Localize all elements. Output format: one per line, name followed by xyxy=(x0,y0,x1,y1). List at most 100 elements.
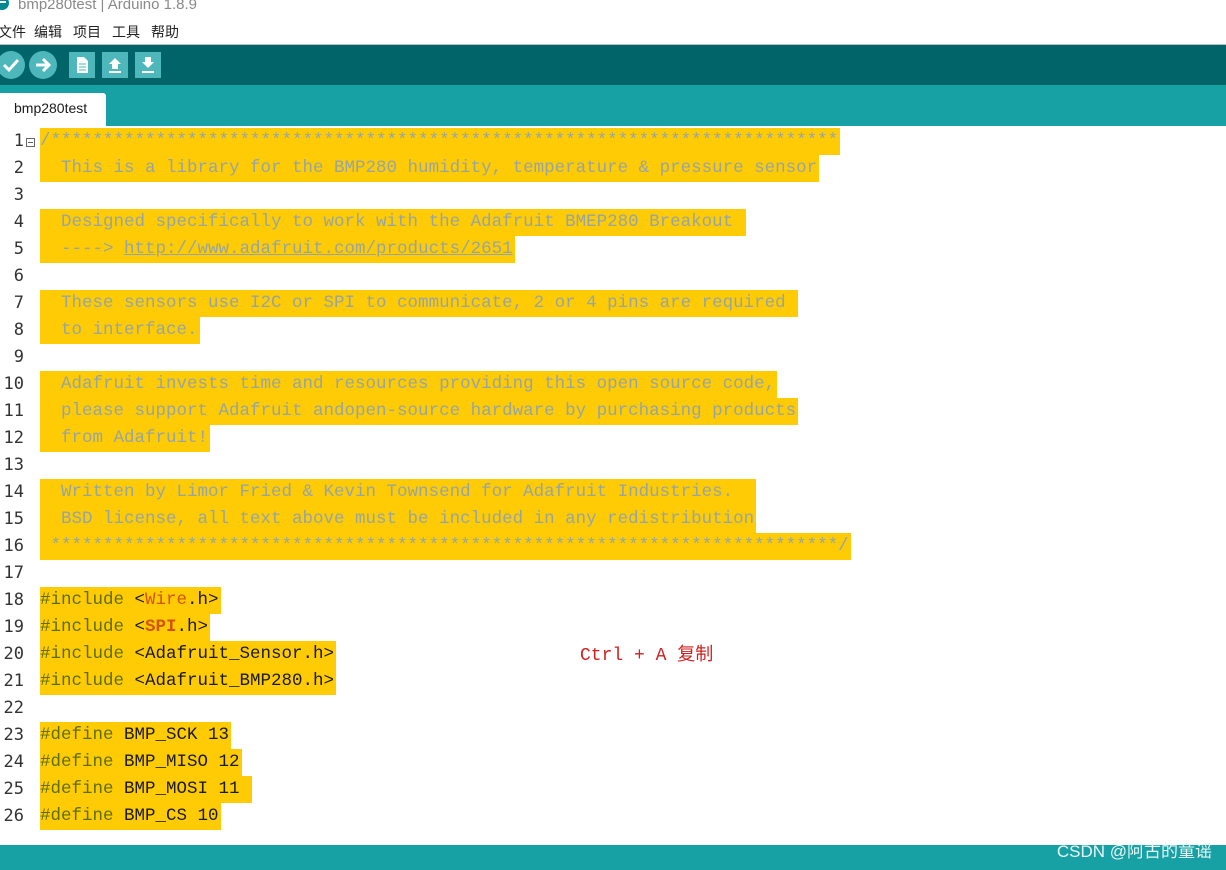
line-number: 13 xyxy=(3,455,24,475)
code-line[interactable]: 8 to interface. xyxy=(0,317,1226,344)
code-line[interactable]: 9 xyxy=(0,344,1226,371)
menu-help[interactable]: 帮助 xyxy=(151,23,179,41)
url-link[interactable]: http://www.adafruit.com/products/2651 xyxy=(124,239,513,259)
menu-tools[interactable]: 工具 xyxy=(112,23,140,41)
line-number: 16 xyxy=(3,536,24,556)
line-number: 2 xyxy=(13,158,24,178)
line-number: 11 xyxy=(3,401,24,421)
line-number: 23 xyxy=(3,725,24,745)
line-number: 4 xyxy=(13,212,24,232)
code-text: Adafruit invests time and resources prov… xyxy=(40,371,778,398)
code-line[interactable]: 1 /**************************************… xyxy=(0,128,1226,155)
code-line[interactable]: 7 These sensors use I2C or SPI to commun… xyxy=(0,290,1226,317)
code-line[interactable]: 2 This is a library for the BMP280 humid… xyxy=(0,155,1226,182)
menu-edit[interactable]: 编辑 xyxy=(34,23,62,41)
code-text: #define BMP_SCK 13 xyxy=(40,722,232,749)
code-line[interactable]: 13 xyxy=(0,452,1226,479)
code-token: Designed specifically to work with the A… xyxy=(40,212,744,232)
new-button[interactable] xyxy=(69,52,95,78)
code-text: #define BMP_MOSI 11 xyxy=(40,776,253,803)
code-token: SPI xyxy=(145,617,177,637)
code-token: #define xyxy=(40,752,114,772)
code-line[interactable]: 14 Written by Limor Fried & Kevin Townse… xyxy=(0,479,1226,506)
code-line[interactable]: 25 #define BMP_MOSI 11 xyxy=(0,776,1226,803)
line-number: 5 xyxy=(13,239,24,259)
code-token: .h> xyxy=(176,617,209,637)
tab-bmp280test[interactable]: bmp280test xyxy=(0,93,106,126)
code-text: #include <SPI.h> xyxy=(40,614,211,641)
watermark-text: CSDN @阿古的童谣 xyxy=(1056,842,1212,861)
code-text: #include <Adafruit_BMP280.h> xyxy=(40,668,337,695)
code-line[interactable]: 21 #include <Adafruit_BMP280.h> xyxy=(0,668,1226,695)
code-line[interactable]: 11 please support Adafruit andopen-sourc… xyxy=(0,398,1226,425)
code-text: ****************************************… xyxy=(40,533,851,560)
code-text: #define BMP_CS 10 xyxy=(40,803,221,830)
save-arrow-down-icon xyxy=(142,57,154,73)
code-line[interactable]: 6 xyxy=(0,263,1226,290)
code-token: /***************************************… xyxy=(40,131,839,151)
code-line[interactable]: 18 #include <Wire.h> xyxy=(0,587,1226,614)
code-token: #define xyxy=(40,806,114,826)
line-number: 15 xyxy=(3,509,24,529)
fold-collapse-icon[interactable] xyxy=(26,138,35,147)
code-line[interactable]: 16 *************************************… xyxy=(0,533,1226,560)
title-bar: bmp280test | Arduino 1.8.9 xyxy=(0,0,1226,20)
code-line[interactable]: 26 #define BMP_CS 10 xyxy=(0,803,1226,830)
code-line[interactable]: 17 xyxy=(0,560,1226,587)
line-number: 1 xyxy=(13,131,24,151)
code-text: #include <Wire.h> xyxy=(40,587,221,614)
checkmark-icon xyxy=(2,58,20,73)
code-line[interactable]: 4 Designed specifically to work with the… xyxy=(0,209,1226,236)
verify-button[interactable] xyxy=(0,51,25,79)
code-token: This is a library for the BMP280 humidit… xyxy=(40,158,818,178)
arduino-logo-icon xyxy=(0,0,9,10)
code-token: BMP_MOSI 11 xyxy=(113,779,251,799)
menu-sketch[interactable]: 项目 xyxy=(73,23,101,41)
line-number: 3 xyxy=(13,185,24,205)
code-text: /***************************************… xyxy=(40,128,841,155)
code-text: Designed specifically to work with the A… xyxy=(40,209,746,236)
window-title: bmp280test | Arduino 1.8.9 xyxy=(18,0,198,13)
code-token: Written by Limor Fried & Kevin Townsend … xyxy=(40,482,755,502)
code-token: These sensors use I2C or SPI to communic… xyxy=(40,293,797,313)
line-number: 7 xyxy=(13,293,24,313)
code-line[interactable]: 5 ----> http://www.adafruit.com/products… xyxy=(0,236,1226,263)
code-token: #include xyxy=(40,617,125,637)
code-token: BMP_MISO 12 xyxy=(113,752,240,772)
save-button[interactable] xyxy=(135,52,161,78)
code-token: <Adafruit_BMP280.h> xyxy=(124,671,335,691)
line-number: 20 xyxy=(3,644,24,664)
code-line[interactable]: 19 #include <SPI.h> xyxy=(0,614,1226,641)
line-number: 14 xyxy=(3,482,24,502)
code-text: #include <Adafruit_Sensor.h> xyxy=(40,641,337,668)
code-line[interactable]: 23 #define BMP_SCK 13 xyxy=(0,722,1226,749)
arrow-right-icon xyxy=(36,57,52,73)
line-number: 26 xyxy=(3,806,24,826)
code-line[interactable]: 3 xyxy=(0,182,1226,209)
code-text: #define BMP_MISO 12 xyxy=(40,749,242,776)
code-line[interactable]: 10 Adafruit invests time and resources p… xyxy=(0,371,1226,398)
menu-file[interactable]: 文件 xyxy=(0,23,26,41)
code-line[interactable]: 24 #define BMP_MISO 12 xyxy=(0,749,1226,776)
code-token: < xyxy=(124,617,146,637)
code-text: ----> http://www.adafruit.com/products/2… xyxy=(40,236,515,263)
upload-button[interactable] xyxy=(29,51,57,79)
code-editor[interactable]: 1 /**************************************… xyxy=(0,126,1226,841)
code-token: <Adafruit_Sensor.h> xyxy=(124,644,335,664)
line-number: 6 xyxy=(13,266,24,286)
line-number: 10 xyxy=(3,374,24,394)
code-line[interactable]: 12 from Adafruit! xyxy=(0,425,1226,452)
tab-bar: bmp280test xyxy=(0,85,1226,126)
new-file-icon xyxy=(77,57,88,73)
code-text: from Adafruit! xyxy=(40,425,211,452)
code-token: BMP_CS 10 xyxy=(113,806,219,826)
open-button[interactable] xyxy=(102,52,128,78)
code-line[interactable]: 22 xyxy=(0,695,1226,722)
code-text: to interface. xyxy=(40,317,200,344)
annotation-text: Ctrl + A 复制 xyxy=(580,646,714,666)
line-number: 19 xyxy=(3,617,24,637)
code-text: please support Adafruit andopen-source h… xyxy=(40,398,799,425)
line-number: 9 xyxy=(13,347,24,367)
code-line[interactable]: 15 BSD license, all text above must be i… xyxy=(0,506,1226,533)
code-token: from Adafruit! xyxy=(40,428,209,448)
